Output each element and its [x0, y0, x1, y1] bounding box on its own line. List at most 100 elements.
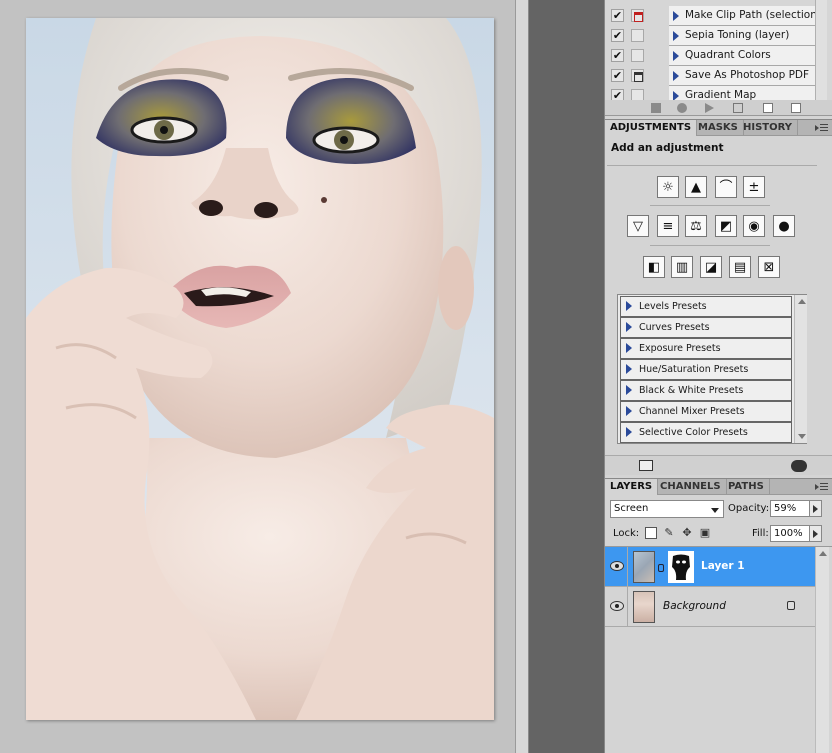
- action-toggle-checkbox[interactable]: ✔: [611, 9, 624, 22]
- expand-triangle-icon[interactable]: [626, 364, 632, 374]
- presets-scrollbar[interactable]: [794, 295, 807, 443]
- action-toggle-checkbox[interactable]: ✔: [611, 69, 624, 82]
- preset-label: Black & White Presets: [639, 385, 744, 396]
- expanded-view-icon[interactable]: [639, 460, 653, 471]
- expand-triangle-icon[interactable]: [673, 71, 679, 81]
- expand-triangle-icon[interactable]: [626, 343, 632, 353]
- new-set-icon[interactable]: [733, 103, 743, 113]
- exposure-icon[interactable]: ±: [743, 176, 765, 198]
- gradient-map-icon[interactable]: ▤: [729, 256, 751, 278]
- preset-item[interactable]: Black & White Presets: [620, 380, 792, 401]
- layer-mask-thumbnail[interactable]: [668, 551, 694, 583]
- expand-triangle-icon[interactable]: [626, 301, 632, 311]
- tab-layers[interactable]: LAYERS: [605, 479, 659, 495]
- scroll-up-icon[interactable]: [798, 299, 806, 304]
- dialog-toggle-icon[interactable]: [631, 89, 644, 100]
- panel-menu-icon[interactable]: [815, 123, 829, 133]
- trash-icon[interactable]: [791, 103, 801, 113]
- action-label: Save As Photoshop PDF: [685, 69, 810, 81]
- lock-position-icon[interactable]: ✥: [681, 527, 693, 539]
- channel-mixer-icon[interactable]: ●: [773, 215, 795, 237]
- expand-triangle-icon[interactable]: [673, 91, 679, 100]
- action-row[interactable]: ✔ Gradient Map: [605, 86, 832, 100]
- dialog-toggle-icon[interactable]: [631, 49, 644, 62]
- new-action-icon[interactable]: [763, 103, 773, 113]
- actions-scrollbar[interactable]: [815, 0, 827, 100]
- photoshop-window: ✔ Make Clip Path (selection) ✔ Sepia Ton…: [0, 0, 832, 753]
- expand-triangle-icon[interactable]: [673, 51, 679, 61]
- action-row[interactable]: ✔ Sepia Toning (layer): [605, 26, 832, 46]
- expand-triangle-icon[interactable]: [673, 31, 679, 41]
- action-row[interactable]: ✔ Save As Photoshop PDF: [605, 66, 832, 86]
- threshold-icon[interactable]: ◪: [700, 256, 722, 278]
- canvas-scrollbar[interactable]: [515, 0, 529, 753]
- preset-item[interactable]: Curves Presets: [620, 317, 792, 338]
- layers-scrollbar[interactable]: [815, 547, 829, 753]
- layer-thumbnail[interactable]: [633, 551, 655, 583]
- visibility-eye-icon[interactable]: [610, 561, 624, 571]
- tab-channels[interactable]: CHANNELS: [655, 479, 727, 495]
- tab-masks[interactable]: MASKS: [693, 120, 744, 136]
- action-toggle-checkbox[interactable]: ✔: [611, 29, 624, 42]
- canvas-area[interactable]: [0, 0, 515, 753]
- lock-image-icon[interactable]: ✎: [663, 527, 675, 539]
- selective-color-icon[interactable]: ⊠: [758, 256, 780, 278]
- layer-row-layer-1[interactable]: Layer 1: [605, 547, 815, 587]
- invert-icon[interactable]: ◧: [643, 256, 665, 278]
- scroll-down-icon[interactable]: [798, 434, 806, 439]
- preset-label: Levels Presets: [639, 301, 707, 312]
- blend-mode-select[interactable]: Screen: [610, 500, 724, 518]
- preset-item[interactable]: Selective Color Presets: [620, 422, 792, 443]
- divider: [627, 547, 628, 587]
- dialog-toggle-icon[interactable]: [631, 9, 644, 22]
- lock-all-icon[interactable]: ▣: [699, 527, 711, 539]
- panel-menu-icon[interactable]: [815, 482, 829, 492]
- action-toggle-checkbox[interactable]: ✔: [611, 49, 624, 62]
- tab-history[interactable]: HISTORY: [738, 120, 799, 136]
- action-toggle-checkbox[interactable]: ✔: [611, 89, 624, 100]
- curves-icon[interactable]: ⌒: [715, 176, 737, 198]
- preset-item[interactable]: Hue/Saturation Presets: [620, 359, 792, 380]
- dialog-toggle-icon[interactable]: [631, 69, 644, 82]
- action-row[interactable]: ✔ Quadrant Colors: [605, 46, 832, 66]
- divider: [650, 245, 770, 246]
- visibility-eye-icon[interactable]: [610, 601, 624, 611]
- layer-thumbnail[interactable]: [633, 591, 655, 623]
- layer-name[interactable]: Background: [663, 600, 726, 612]
- dialog-toggle-icon[interactable]: [631, 29, 644, 42]
- fill-slider-button[interactable]: [810, 525, 822, 542]
- color-balance-icon[interactable]: ⚖: [685, 215, 707, 237]
- vibrance-icon[interactable]: ▽: [627, 215, 649, 237]
- clip-to-layer-icon[interactable]: [791, 460, 807, 472]
- mask-link-icon[interactable]: [658, 564, 664, 572]
- opacity-field[interactable]: 59%: [770, 500, 810, 517]
- photo-filter-icon[interactable]: ◉: [743, 215, 765, 237]
- hue-saturation-icon[interactable]: ≡: [657, 215, 679, 237]
- action-row[interactable]: ✔ Make Clip Path (selection): [605, 6, 832, 26]
- document-image[interactable]: [26, 18, 494, 720]
- scroll-up-icon[interactable]: [819, 551, 827, 556]
- expand-triangle-icon[interactable]: [626, 385, 632, 395]
- preset-item[interactable]: Levels Presets: [620, 296, 792, 317]
- preset-label: Curves Presets: [639, 322, 710, 333]
- tab-adjustments[interactable]: ADJUSTMENTS: [605, 120, 698, 136]
- play-icon[interactable]: [705, 103, 714, 113]
- expand-triangle-icon[interactable]: [626, 406, 632, 416]
- lock-transparent-icon[interactable]: [645, 527, 657, 539]
- layer-name[interactable]: Layer 1: [701, 560, 745, 572]
- black-white-icon[interactable]: ◩: [715, 215, 737, 237]
- stop-icon[interactable]: [651, 103, 661, 113]
- record-icon[interactable]: [677, 103, 687, 113]
- layer-row-background[interactable]: Background: [605, 587, 815, 627]
- expand-triangle-icon[interactable]: [626, 427, 632, 437]
- fill-field[interactable]: 100%: [770, 525, 810, 542]
- posterize-icon[interactable]: ▥: [671, 256, 693, 278]
- preset-item[interactable]: Exposure Presets: [620, 338, 792, 359]
- expand-triangle-icon[interactable]: [626, 322, 632, 332]
- levels-icon[interactable]: ▲: [685, 176, 707, 198]
- brightness-contrast-icon[interactable]: ☼: [657, 176, 679, 198]
- preset-item[interactable]: Channel Mixer Presets: [620, 401, 792, 422]
- expand-triangle-icon[interactable]: [673, 11, 679, 21]
- tab-paths[interactable]: PATHS: [723, 479, 770, 495]
- opacity-slider-button[interactable]: [810, 500, 822, 517]
